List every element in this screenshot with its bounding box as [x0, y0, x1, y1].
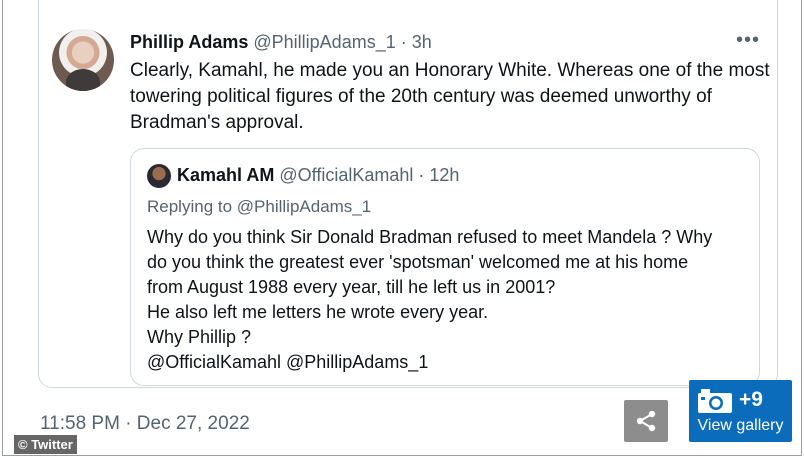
quoted-text-line: He also left me letters he wrote every y… [147, 302, 489, 322]
quoted-tweet-text: Why do you think Sir Donald Bradman refu… [147, 225, 747, 375]
replying-prefix: Replying to [147, 197, 237, 216]
author-handle-time[interactable]: @PhillipAdams_1 · 3h [253, 32, 431, 52]
more-dots-icon[interactable]: ••• [736, 30, 760, 50]
quoted-text-line: Why do you think Sir Donald Bradman refu… [147, 227, 713, 247]
quoted-tweet-header: Kamahl AM @OfficialKamahl · 12h [177, 165, 459, 186]
tweet-timestamp[interactable]: 11:58 PM · Dec 27, 2022 [40, 413, 250, 435]
tweet-header: Phillip Adams @PhillipAdams_1 · 3h [130, 32, 432, 53]
replying-handle[interactable]: @PhillipAdams_1 [237, 197, 371, 216]
quoted-text-line: do you think the greatest ever 'spotsman… [147, 252, 689, 272]
gallery-count: +9 [739, 388, 763, 411]
quoted-text-line: Why Phillip ? [147, 327, 252, 347]
gallery-label: View gallery [697, 417, 784, 434]
share-button[interactable] [624, 400, 668, 442]
author-name[interactable]: Phillip Adams [130, 32, 248, 52]
quoted-author-avatar [147, 164, 171, 188]
quoted-author-handle-time: @OfficialKamahl · 12h [279, 165, 460, 185]
author-avatar[interactable] [52, 29, 114, 91]
tweet-text: Clearly, Kamahl, he made you an Honorary… [130, 60, 770, 133]
image-credit: © Twitter [14, 435, 77, 454]
quoted-text-line: @OfficialKamahl @PhillipAdams_1 [147, 352, 429, 372]
replying-to: Replying to @PhillipAdams_1 [147, 197, 371, 217]
camera-icon [698, 389, 732, 413]
share-icon [636, 410, 656, 432]
quoted-text-line: from August 1988 every year, till he lef… [147, 277, 556, 297]
view-gallery-button[interactable]: +9 View gallery [689, 380, 792, 442]
quoted-tweet-card[interactable]: Kamahl AM @OfficialKamahl · 12h Replying… [130, 148, 760, 386]
quoted-author-name: Kamahl AM [177, 165, 275, 185]
